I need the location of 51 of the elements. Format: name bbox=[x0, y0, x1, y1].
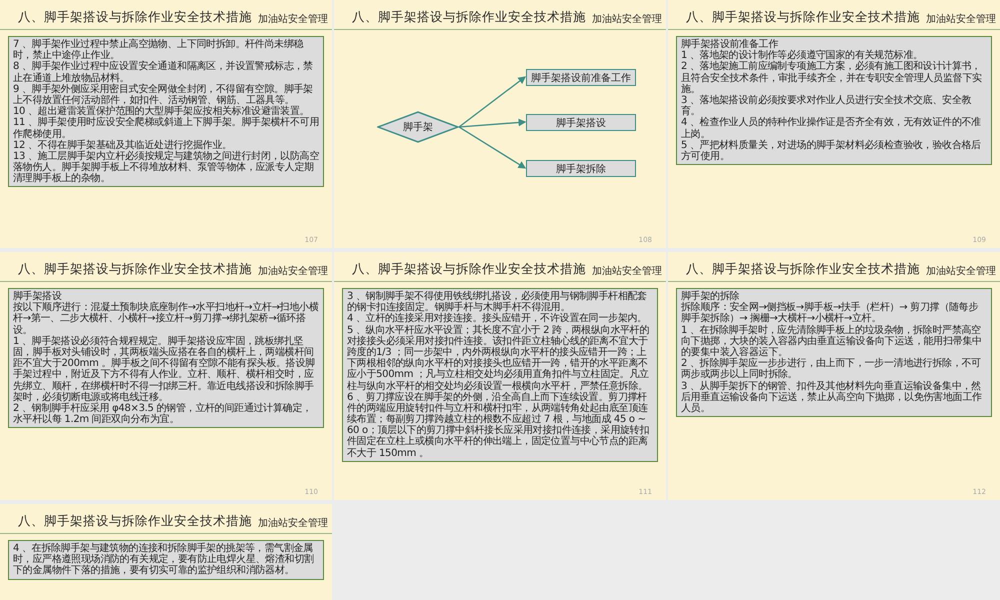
slide-title: 八、脚手架搭设与拆除作业安全技术措施 bbox=[686, 261, 920, 278]
paragraph: 4 、在拆除脚手架与建筑物的连接和拆除脚手架的挑架等，需气割金属时，应严格遵照现场消防的有关规定，要有防止电焊火星、熔渣和切割下的金属物件下落的措施，要有切实可靠的监护组织和消防器材。 bbox=[13, 543, 315, 577]
paragraph: 拆除顺序：安全网→侧挡板→脚手板→扶手（栏杆）→ 剪刀撑（随每步脚手架拆除）→ 搁栅→大横杆→小横杆→立杆。 bbox=[681, 302, 980, 324]
slide-title: 八、脚手架搭设与拆除作业安全技术措施 bbox=[18, 261, 252, 278]
slide-title: 八、脚手架搭设与拆除作业安全技术措施 bbox=[686, 9, 920, 26]
slide-thumbnail[interactable]: 八、脚手架搭设与拆除作业安全技术措施 加油站安全管理 4 、在拆除脚手架与建筑物的连接和拆除脚手架的挑架等，需气割金属时，应严格遵照现场消防的有关规定，要有防止电焊火星、熔渣和切割下的金属物件下落的措施，要有切实可靠的监护组织和消防器材。 bbox=[0, 504, 332, 600]
paragraph: 9 、脚手架外侧应采用密目式安全网做全封闭，不得留有空隙。脚手架上不得放置任何活动部件，如扣件、活动钢管、钢筋、工器具等。 bbox=[13, 84, 314, 106]
paragraph: 2 、钢制脚手杆应采用 φ48×3.5 的钢管，立杆的间距通过计算确定，水平杆以每 1.2m 间距双向分布为宜。 bbox=[13, 402, 313, 426]
slide-title: 八、脚手架搭设与拆除作业安全技术措施 bbox=[18, 9, 252, 26]
paragraph: 12 、不得在脚手架基础及其临近处进行挖掘作业。 bbox=[13, 140, 232, 151]
slide-subtitle: 加油站安全管理 bbox=[592, 264, 662, 278]
paragraph: 8 、脚手架作业过程中应设置安全通道和隔离区，并设置警戒标志，禁止在通道上堆放物品材料。 bbox=[13, 61, 314, 84]
paragraph: 6 、剪刀撑应设在脚手架的外侧，沿全高自上而下连续设置。剪刀撑杆件的两端应用旋转扣件与立杆和横杆扣牢，从两端转角处起由底至顶连续布置；每副剪刀撑跨越立柱的根数不应超过 7 根，与地面成 45 o ~ 60 o；顶层以下的剪刀撑中斜杆接长应采用对接扣件连接，采用旋转扣件固定在立柱上或横向水平杆的伸出端上，固定位置与中心节点的距离不大于 150mm 。 bbox=[347, 392, 650, 459]
paragraph: 1 、在拆除脚手架时，应先清除脚手板上的垃圾杂物，拆除时严禁高空向下抛掷，大块的装入容器内由垂直运输设备向下运送，能用扫帚集中的要集中装入容器运下。 bbox=[681, 324, 983, 358]
paragraph: 2 、拆除脚手架应一步步进行，由上而下，一步一清地进行拆除，不可两步或两步以上同时拆除。 bbox=[681, 358, 982, 380]
paragraph: 4 、检查作业人员的特种作业操作证是否齐全有效，无有效证件的不准上岗。 bbox=[681, 117, 982, 140]
slide-subtitle: 加油站安全管理 bbox=[592, 12, 662, 26]
paragraph: 5 、纵向水平杆应水平设置；其长度不宜小于 2 跨，两根纵向水平杆的对接接头必须采用对接扣件连接。该扣件距立柱轴心线的距离不宜大于跨度的1/3 ；同一步架中，内外两根纵向水平杆的接头应错开一跨；上下两根相邻的纵向水平杆的对接接头也应错开一跨，错开的水平距离不应小于500mm ；凡与立柱相交处均必须用直角扣件与立柱固定。凡立柱与纵向水平杆的相交处均必须设置一根横向水平杆，严禁任意拆除。 bbox=[347, 324, 650, 392]
paragraph: 3 、落地架搭设前必须按要求对作业人员进行安全技术交底、安全教育。 bbox=[681, 94, 972, 118]
slide-subtitle: 加油站安全管理 bbox=[926, 264, 996, 278]
slide-thumbnail[interactable] bbox=[0, 0, 332, 248]
paragraph: 脚手架搭设 bbox=[13, 291, 62, 302]
paragraph: 2 、落地架施工前应编制专项施工方案，必须有施工图和设计计算书，且符合安全技术条件，审批手续齐全，并在专职安全管理人员监督下实施。 bbox=[681, 61, 983, 95]
slide-subtitle: 加油站安全管理 bbox=[258, 516, 328, 530]
slide-thumbnail[interactable] bbox=[334, 252, 666, 500]
paragraph: 5 、严把材料质量关，对进场的脚手架材料必须检查验收，验收合格后方可使用。 bbox=[681, 140, 982, 162]
paragraph: 4 、立杆的连接采用对接连接。接头应错开，不许设置在同一步架内。 bbox=[347, 313, 648, 324]
slide-subtitle: 加油站安全管理 bbox=[258, 12, 328, 26]
paragraph: 3 、钢制脚手架不得使用铁线绑扎搭设，必须使用与钢制脚手杆相配套的钢卡扣连接固定。钢脚手杆与木脚手杆不得混用。 bbox=[347, 291, 648, 314]
paragraph: 11 、脚手架使用时应设安全爬梯或斜道上下脚手架。脚手架横杆不可用作爬梯使用。 bbox=[13, 117, 319, 140]
paragraph: 10 、超出避雷装置保护范围的大型脚手架应按相关标准设避雷装置。 bbox=[13, 106, 310, 118]
paragraph: 脚手架搭设前准备工作 bbox=[681, 39, 780, 50]
slide-title: 八、脚手架搭设与拆除作业安全技术措施 bbox=[352, 261, 586, 278]
paragraph: 1 、脚手架搭设必须符合规程规定。脚手架搭设应牢固，跳板绑扎坚固，脚手板对头铺设时，其两板端头应搭在各自的横杆上，两端横杆间距不宜大于200mm 。脚手板之间不得留有空隙不能有探头板。搭设脚手架过程中，附近及下方不得有人作业。立杆、顺杆、横杆相交时，应先绑立、顺杆，在绑横杆时不得一扣绑三杆。靠近电线搭设和拆除脚手架时，必须切断电源或将电线迁移。 bbox=[13, 336, 316, 403]
diamond-node: 脚手架 bbox=[377, 111, 459, 143]
paragraph: 1 、落地架的设计制作等必须遵守国家的有关规范标准。 bbox=[681, 50, 923, 62]
paragraph: 3 、从脚手架拆下的钢管、扣件及其他材料先向垂直运输设备集中，然后用垂直运输设备向下运送，禁止从高空向下抛掷，以免伤害地面工作人员。 bbox=[681, 380, 983, 414]
slide-thumbnail[interactable] bbox=[668, 0, 1000, 248]
slide-title: 八、脚手架搭设与拆除作业安全技术措施 bbox=[352, 9, 586, 26]
slide-title: 八、脚手架搭设与拆除作业安全技术措施 bbox=[18, 513, 252, 530]
paragraph: 脚手架的拆除 bbox=[681, 291, 740, 302]
paragraph: 按以下顺序进行：混凝土预制块底座制作→水平扫地杆→立杆→扫地小横杆→第一、二步大横杆、小横杆→接立杆→剪刀撑→绑扎架桥→循环搭设。 bbox=[13, 302, 319, 336]
paragraph: 13 、施工层脚手架内立杆必须按规定与建筑物之间进行封闭，以防高空落物伤人。脚手架脚手板上不得堆放材料、泵管等物体，应派专人定期清理脚手板上的杂物。 bbox=[13, 150, 319, 184]
diagram-node: 脚手架搭设前准备工作 bbox=[526, 69, 636, 86]
slide-subtitle: 加油站安全管理 bbox=[926, 12, 996, 26]
slide-thumbnail[interactable] bbox=[0, 252, 332, 500]
paragraph: 7 、脚手架作业过程中禁止高空抛物、上下同时拆卸。杆件尚未绑稳时，禁止中途停止作业。 bbox=[13, 39, 304, 62]
diagram-node: 脚手架拆除 bbox=[526, 160, 636, 177]
diagram-node: 脚手架搭设 bbox=[526, 114, 636, 131]
slide-thumbnail[interactable] bbox=[668, 252, 1000, 500]
slide-subtitle: 加油站安全管理 bbox=[258, 264, 328, 278]
